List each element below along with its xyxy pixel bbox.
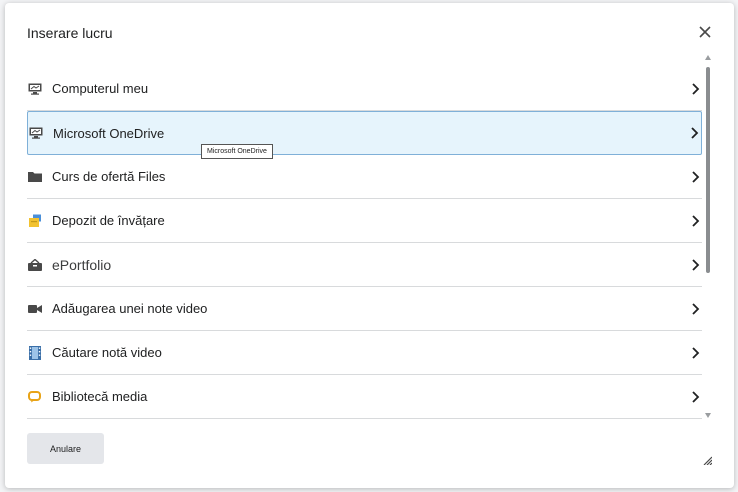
list-item-my-computer[interactable]: Computerul meu (27, 67, 702, 111)
item-label: Bibliotecă media (52, 389, 148, 404)
briefcase-icon (27, 257, 43, 273)
list-item-course-files[interactable]: Curs de ofertă Files (27, 155, 702, 199)
computer-icon (27, 81, 43, 97)
list-item-onedrive[interactable]: Microsoft OneDrive (27, 111, 702, 155)
item-label: Microsoft OneDrive (53, 125, 165, 141)
chevron-right-icon (692, 302, 700, 315)
list-item-search-video-note[interactable]: Căutare notă video (27, 331, 702, 375)
computer-icon (28, 125, 44, 141)
chevron-right-icon (692, 82, 700, 95)
item-label: Căutare notă video (52, 345, 162, 360)
item-label: Curs de ofertă Files (52, 169, 166, 184)
list-item-add-video-note[interactable]: Adăugarea unei note video (27, 287, 702, 331)
chevron-right-icon (692, 390, 700, 403)
video-camera-icon (27, 301, 43, 317)
item-label: Adăugarea unei note video (52, 301, 208, 316)
scrollbar[interactable] (705, 55, 711, 421)
resize-handle-icon[interactable] (702, 455, 712, 465)
close-icon (699, 26, 711, 38)
item-label: Computerul meu (52, 81, 149, 96)
dialog-title: Inserare lucru (27, 25, 113, 41)
chevron-right-icon (692, 214, 700, 227)
source-list: Computerul meu Microsoft OneDrive Curs d… (27, 67, 702, 419)
list-item-eportfolio[interactable]: ePortfolio (27, 243, 702, 287)
item-label: Depozit de învățare (52, 213, 165, 228)
list-item-learning-repository[interactable]: Depozit de învățare (27, 199, 702, 243)
scroll-down-arrow-icon[interactable] (705, 413, 711, 418)
cancel-button[interactable]: Anulare (27, 433, 104, 464)
list-item-media-library[interactable]: Bibliotecă media (27, 375, 702, 419)
chevron-right-icon (692, 170, 700, 183)
chevron-right-icon (691, 127, 699, 139)
chevron-right-icon (692, 346, 700, 359)
close-button[interactable] (695, 22, 715, 42)
scrollbar-thumb[interactable] (706, 67, 710, 273)
folder-icon (27, 169, 43, 185)
film-icon (27, 345, 43, 361)
repository-icon (27, 213, 43, 229)
insert-work-dialog: Inserare lucru Computerul meu Microsoft … (5, 3, 734, 488)
item-label: ePortfolio (52, 256, 112, 273)
tooltip: Microsoft OneDrive (201, 144, 273, 159)
media-icon (27, 389, 43, 405)
scroll-up-arrow-icon[interactable] (705, 55, 711, 60)
chevron-right-icon (692, 258, 700, 271)
